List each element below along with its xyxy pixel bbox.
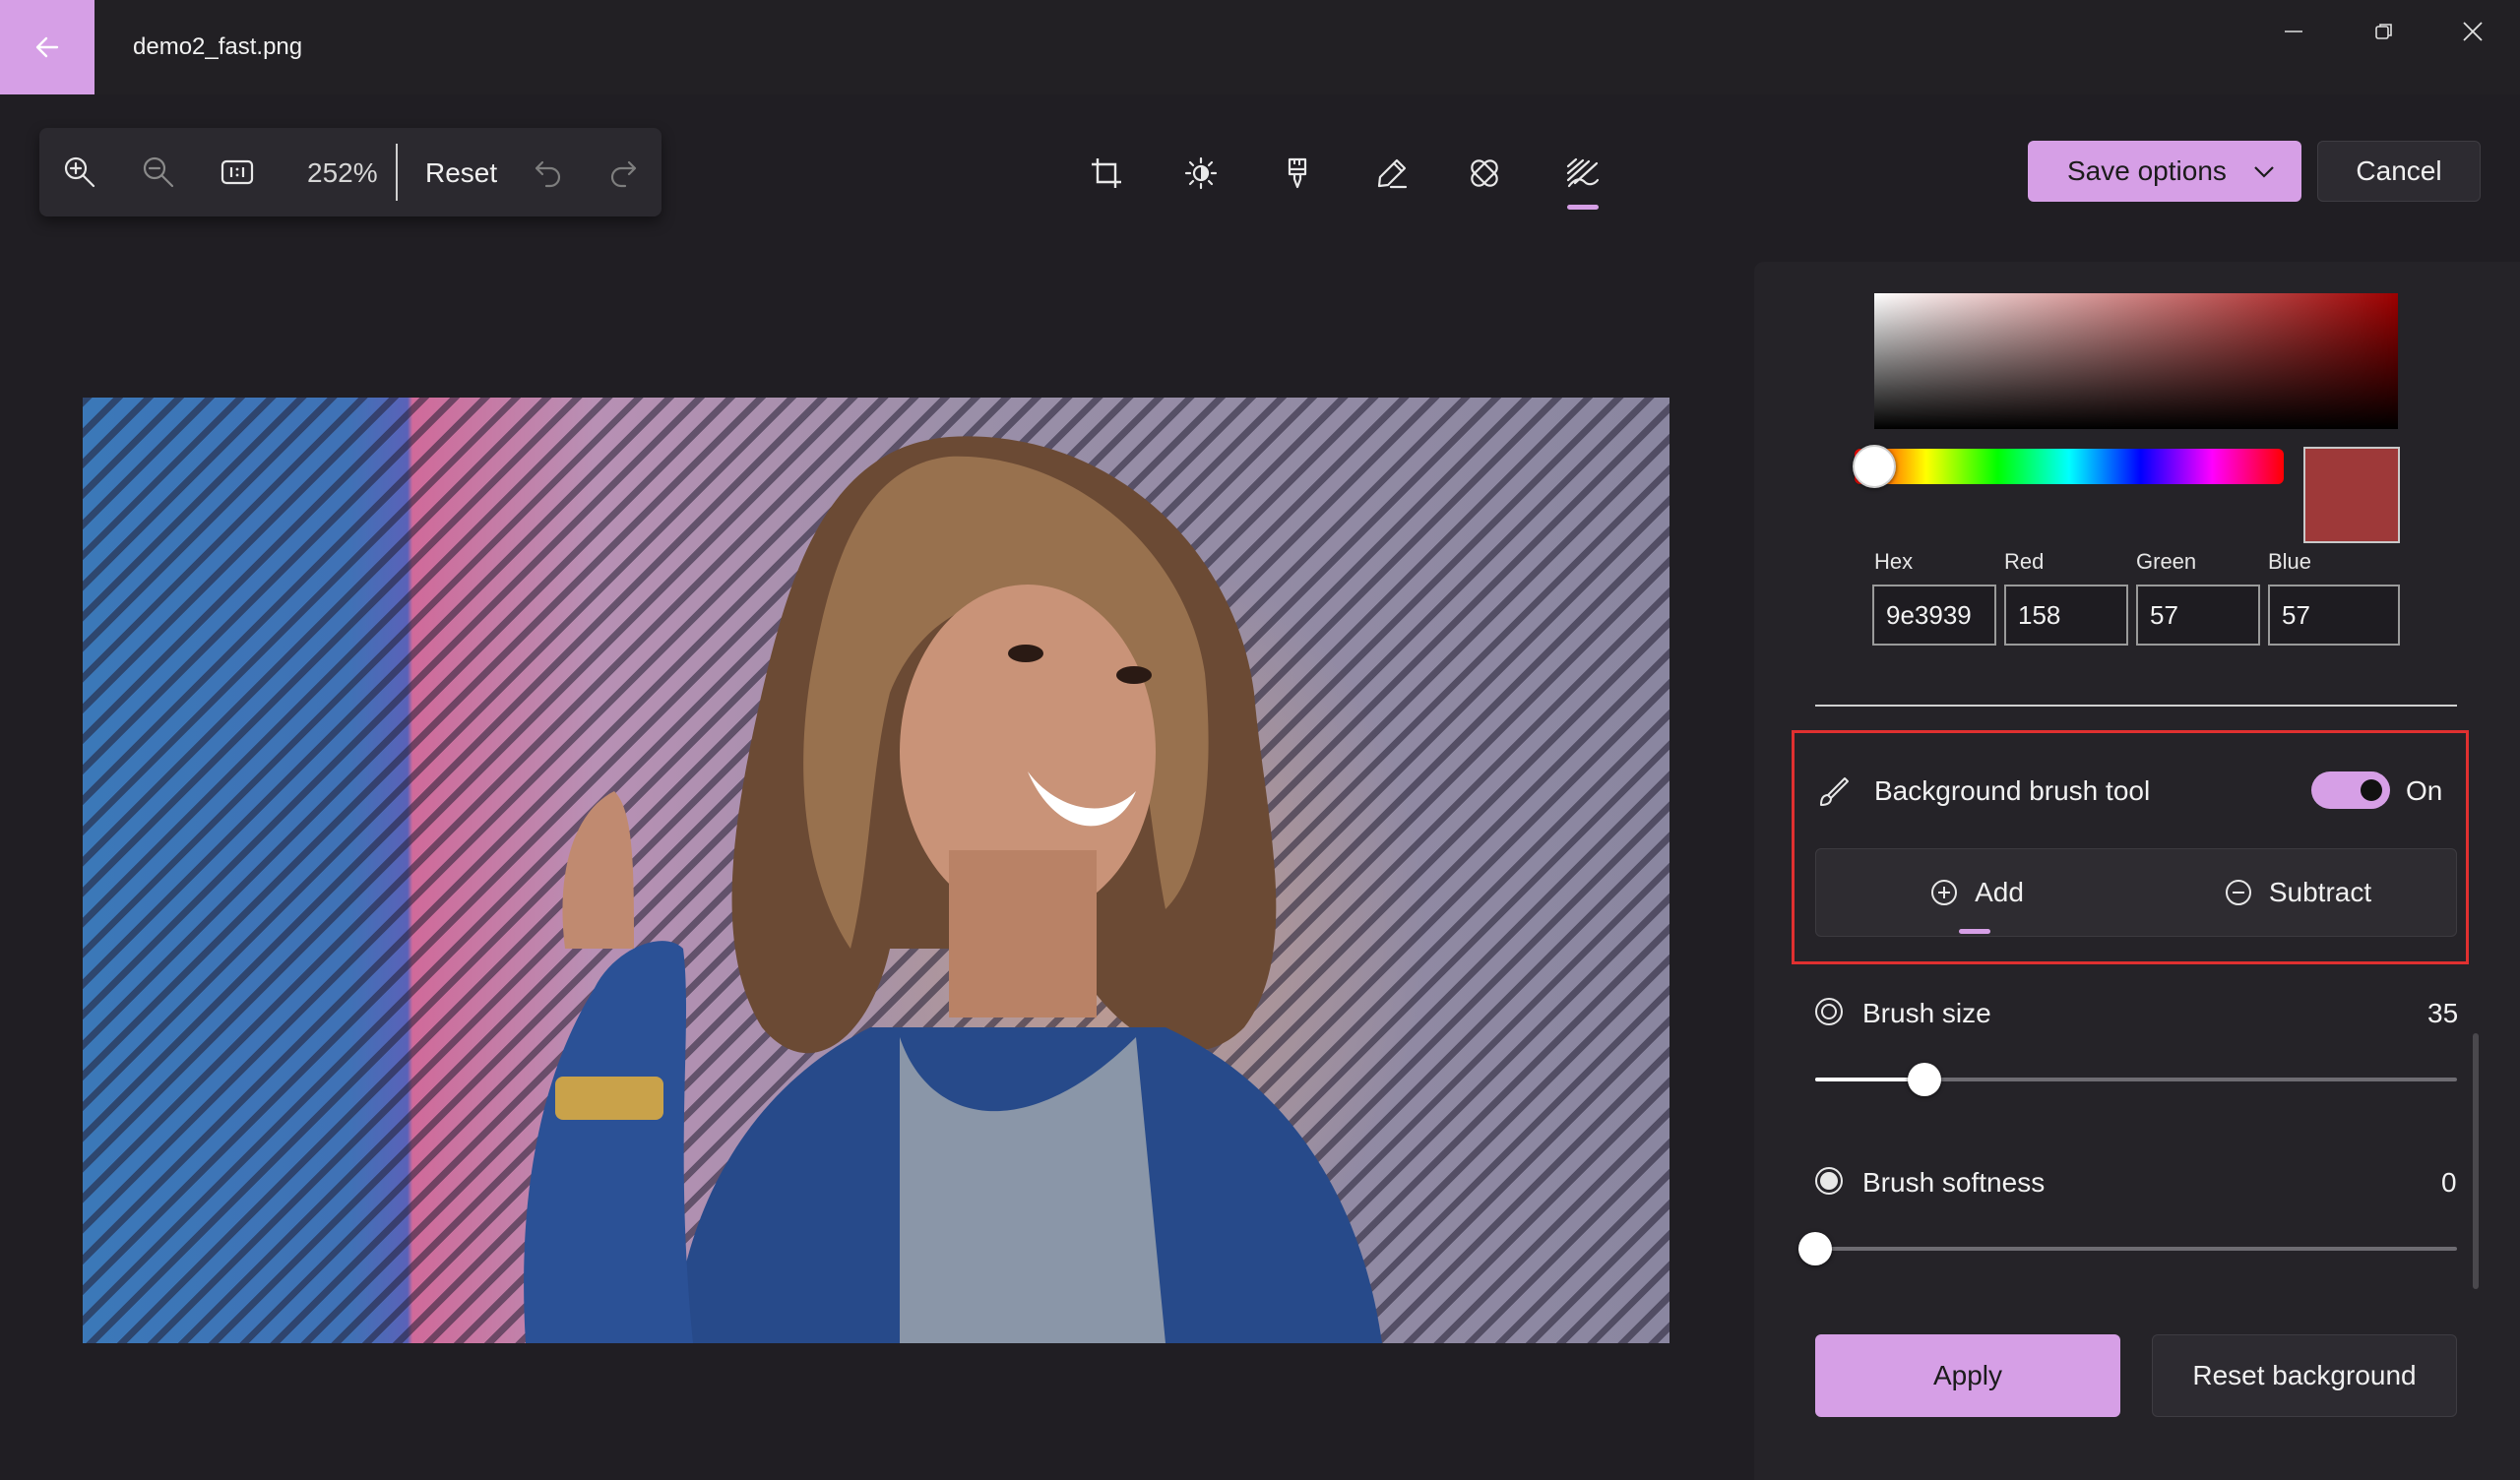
- brush-softness-label: Brush softness: [1862, 1167, 2046, 1198]
- green-label: Green: [2136, 549, 2197, 574]
- brush-tool-toggle[interactable]: [2311, 771, 2390, 809]
- undo-icon: [535, 160, 561, 188]
- active-tool-indicator: [1567, 205, 1599, 210]
- zoom-out-button[interactable]: [134, 148, 183, 197]
- section-divider: [1815, 705, 2457, 707]
- hue-slider-thumb[interactable]: [1853, 445, 1896, 488]
- reset-button[interactable]: Reset: [425, 157, 497, 189]
- undo-button[interactable]: [524, 148, 573, 197]
- background-brush-label: Background brush tool: [1874, 775, 2151, 806]
- close-icon: [2463, 22, 2483, 41]
- filter-tool-button[interactable]: [1270, 146, 1325, 201]
- subtract-mode-button[interactable]: Subtract: [2137, 849, 2458, 936]
- brush-icon: [1820, 777, 1849, 806]
- actual-size-icon: [220, 159, 254, 185]
- hex-label: Hex: [1874, 549, 1914, 574]
- cancel-button[interactable]: Cancel: [2317, 141, 2481, 202]
- chevron-down-icon: [2254, 166, 2274, 178]
- redo-button[interactable]: [598, 148, 648, 197]
- brush-softness-track[interactable]: [1815, 1247, 2457, 1251]
- toggle-state-label: On: [2406, 775, 2443, 806]
- adjustment-icon: [1184, 156, 1218, 190]
- actual-size-button[interactable]: [213, 148, 262, 197]
- hex-input[interactable]: [1872, 585, 1996, 646]
- panel-scrollbar[interactable]: [2473, 1033, 2479, 1289]
- red-input[interactable]: [2004, 585, 2128, 646]
- save-options-label: Save options: [2067, 155, 2227, 186]
- brush-mode-selector: Add Subtract: [1815, 848, 2457, 937]
- markup-tool-button[interactable]: [1364, 146, 1419, 201]
- photo-canvas[interactable]: [83, 398, 1670, 1343]
- subtract-circle-icon: [2225, 880, 2251, 905]
- add-mode-label: Add: [1975, 877, 2024, 907]
- background-icon: [1566, 157, 1600, 188]
- back-arrow-icon: [35, 36, 59, 58]
- brush-size-thumb[interactable]: [1907, 1063, 1941, 1096]
- zoom-level[interactable]: 252%: [307, 157, 378, 189]
- green-input[interactable]: [2136, 585, 2260, 646]
- brush-size-value: 35: [2427, 998, 2459, 1028]
- brush-size-label: Brush size: [1862, 998, 1991, 1028]
- filter-icon: [1288, 157, 1307, 189]
- hue-slider[interactable]: [1855, 449, 2284, 484]
- crop-icon: [1092, 158, 1121, 188]
- file-title: demo2_fast.png: [133, 33, 303, 60]
- brush-size-icon: [1815, 998, 1843, 1025]
- zoom-in-icon: [64, 156, 95, 188]
- markup-icon: [1377, 158, 1408, 189]
- active-mode-indicator: [1959, 929, 1990, 934]
- crop-tool-button[interactable]: [1079, 146, 1134, 201]
- title-bar: demo2_fast.png: [0, 0, 2520, 94]
- minimize-icon: [2285, 31, 2302, 32]
- blue-label: Blue: [2268, 549, 2312, 574]
- brush-softness-thumb[interactable]: [1798, 1232, 1832, 1265]
- photo-subject: [524, 436, 1382, 1343]
- zoom-out-icon: [143, 156, 174, 188]
- zoom-in-button[interactable]: [55, 148, 104, 197]
- minimize-button[interactable]: [2264, 14, 2323, 49]
- saturation-value-picker[interactable]: [1874, 293, 2398, 429]
- adjustment-tool-button[interactable]: [1173, 146, 1228, 201]
- color-swatch: [2303, 447, 2400, 543]
- back-button[interactable]: [0, 0, 94, 94]
- add-circle-icon: [1931, 880, 1958, 905]
- toggle-thumb: [2361, 779, 2382, 801]
- blue-input[interactable]: [2268, 585, 2400, 646]
- brush-softness-icon: [1815, 1167, 1843, 1195]
- zoom-toolbar: 252% Reset: [39, 128, 662, 216]
- subtract-mode-label: Subtract: [2268, 877, 2372, 907]
- redo-icon: [610, 160, 637, 188]
- save-options-button[interactable]: Save options: [2028, 141, 2301, 202]
- close-button[interactable]: [2443, 14, 2502, 49]
- restore-button[interactable]: [2355, 14, 2414, 49]
- retouch-icon: [1471, 159, 1498, 187]
- brush-softness-value: 0: [2441, 1167, 2457, 1198]
- reset-background-button[interactable]: Reset background: [2152, 1334, 2457, 1417]
- apply-button[interactable]: Apply: [1815, 1334, 2120, 1417]
- add-mode-button[interactable]: Add: [1816, 849, 2137, 936]
- restore-icon: [2375, 24, 2392, 39]
- red-label: Red: [2004, 549, 2045, 574]
- background-tool-button[interactable]: [1555, 146, 1610, 201]
- toolbar-divider: [396, 144, 398, 201]
- retouch-tool-button[interactable]: [1457, 146, 1512, 201]
